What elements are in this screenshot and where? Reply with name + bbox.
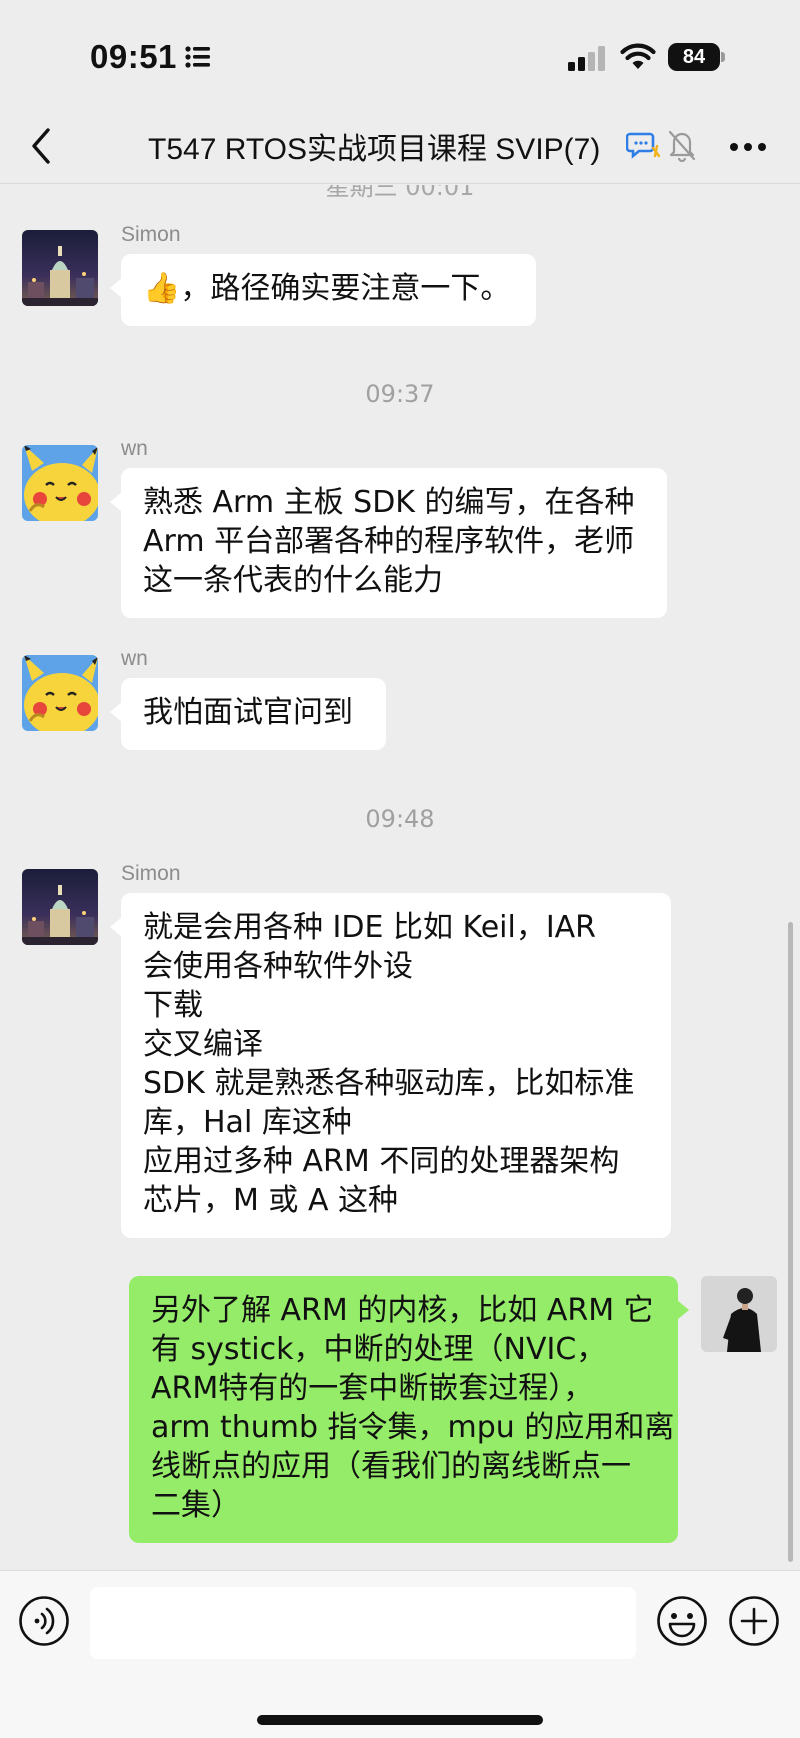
message-text: Arm 平台部署各种的程序软件，老师 <box>143 524 635 559</box>
sender-name: Simon <box>121 223 181 246</box>
scrollbar[interactable] <box>788 922 793 1562</box>
message-text: 有 systick，中断的处理（NVIC， <box>151 1332 607 1367</box>
input-bar <box>0 1570 800 1738</box>
message-text: 应用过多种 ARM 不同的处理器架构 <box>143 1144 620 1179</box>
message-text: 二集） <box>151 1488 241 1523</box>
message-text: 库，Hal 库这种 <box>143 1105 352 1140</box>
plus-icon[interactable] <box>728 1595 780 1647</box>
message-text: 熟悉 Arm 主板 SDK 的编写，在各种 <box>143 485 635 520</box>
back-icon[interactable] <box>28 126 54 166</box>
timestamp: 星期三 00:01 <box>325 185 475 201</box>
battery-indicator: 84 <box>668 43 726 71</box>
timestamp: 09:48 <box>365 805 435 833</box>
message-text: 下载 <box>143 988 203 1023</box>
status-time: 09:51 <box>90 38 177 75</box>
message-text: 另外了解 ARM 的内核，比如 ARM 它 <box>151 1293 654 1328</box>
avatar-wn[interactable] <box>22 445 98 521</box>
message-text: 线断点的应用（看我们的离线断点一 <box>151 1449 631 1484</box>
message-list[interactable]: 星期三 00:01 Simon 👍，路径确实要注意一下。 09:37 wn 熟悉… <box>0 185 800 1570</box>
focus-icon <box>185 46 210 68</box>
message-text: ARM特有的一套中断嵌套过程）， <box>151 1371 594 1406</box>
timestamp: 09:37 <box>365 380 435 408</box>
message-text: 这一条代表的什么能力 <box>143 563 443 598</box>
message-text: 交叉编译 <box>143 1027 263 1062</box>
message-bubble[interactable]: 👍，路径确实要注意一下。 <box>110 254 536 326</box>
message-text: SDK 就是熟悉各种驱动库，比如标准 <box>143 1066 635 1101</box>
voice-icon[interactable] <box>18 1595 70 1647</box>
message-bubble[interactable]: 熟悉 Arm 主板 SDK 的编写，在各种 Arm 平台部署各种的程序软件，老师… <box>110 468 667 618</box>
message-bubble-own[interactable]: 另外了解 ARM 的内核，比如 ARM 它 有 systick，中断的处理（NV… <box>129 1276 689 1543</box>
emoji-icon[interactable] <box>656 1595 708 1647</box>
sender-name: Simon <box>121 862 181 885</box>
chat-header: T547 RTOS实战项目课程 SVIP(7) <box>0 110 800 184</box>
message-text: arm thumb 指令集，mpu 的应用和离 <box>151 1410 675 1445</box>
message-text: 会使用各种软件外设 <box>143 949 413 984</box>
message-text: 我怕面试官问到 <box>143 695 353 730</box>
message-text: 芯片，M 或 A 这种 <box>143 1183 399 1218</box>
message-text: 就是会用各种 IDE 比如 Keil，IAR <box>143 910 597 945</box>
home-indicator[interactable] <box>257 1715 543 1725</box>
more-icon[interactable] <box>728 140 768 154</box>
message-bubble[interactable]: 就是会用各种 IDE 比如 Keil，IAR 会使用各种软件外设 下载 交叉编译… <box>110 893 671 1238</box>
wifi-icon <box>620 43 656 69</box>
avatar-wn[interactable] <box>22 655 98 731</box>
signal-icon <box>568 46 605 71</box>
mute-icon <box>668 130 696 162</box>
message-input[interactable] <box>90 1587 636 1659</box>
chat-bubbles-icon[interactable] <box>626 128 662 164</box>
avatar-simon[interactable] <box>22 869 98 945</box>
message-text: 👍，路径确实要注意一下。 <box>143 271 511 306</box>
avatar-self[interactable] <box>701 1276 777 1352</box>
battery-level: 84 <box>668 43 720 71</box>
chat-title[interactable]: T547 RTOS实战项目课程 SVIP(7) <box>148 124 600 168</box>
message-bubble[interactable]: 我怕面试官问到 <box>110 678 386 750</box>
sender-name: wn <box>121 437 148 460</box>
sender-name: wn <box>121 647 148 670</box>
status-bar: 09:51 84 <box>0 0 800 110</box>
avatar-simon[interactable] <box>22 230 98 306</box>
